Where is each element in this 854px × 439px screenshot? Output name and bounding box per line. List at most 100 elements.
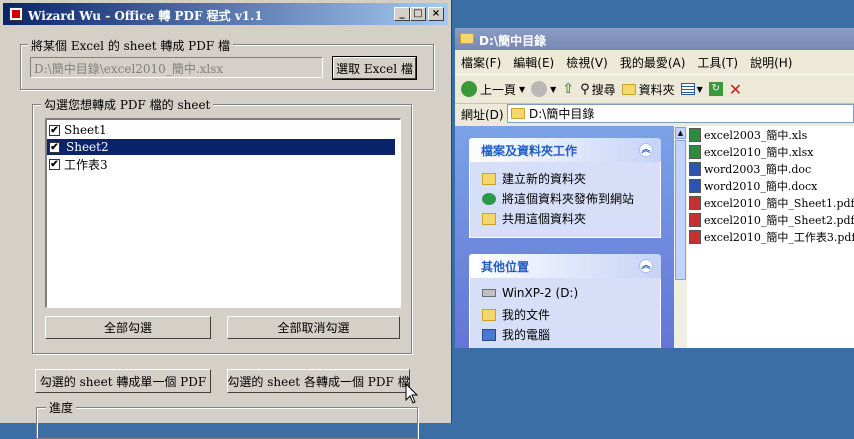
convert-each-pdf-button[interactable]: 勾選的 sheet 各轉成一個 PDF 檔 bbox=[227, 369, 410, 393]
address-input[interactable]: D:\簡中目錄 bbox=[507, 104, 854, 123]
menu-tools[interactable]: 工具(T) bbox=[691, 54, 744, 71]
scroll-up-icon[interactable]: ▲ bbox=[675, 127, 686, 139]
folders-button[interactable]: 資料夾 bbox=[621, 81, 675, 98]
pdf-icon bbox=[689, 213, 701, 227]
explorer-window: D:\簡中目錄 檔案(F) 編輯(E) 檢視(V) 我的最愛(A) 工具(T) … bbox=[455, 28, 854, 348]
file-name: excel2010_簡中_工作表3.pdf bbox=[704, 231, 854, 244]
task-publish-web[interactable]: 將這個資料夾發佈到網站 bbox=[482, 190, 634, 207]
menu-favorites[interactable]: 我的最愛(A) bbox=[614, 54, 692, 71]
minimize-button[interactable]: _ bbox=[394, 7, 410, 21]
excel-icon bbox=[689, 145, 701, 159]
search-icon: ⚲ bbox=[580, 81, 590, 97]
search-label: 搜尋 bbox=[591, 82, 616, 97]
sheet-label: Sheet2 bbox=[64, 140, 111, 154]
app-icon bbox=[9, 7, 23, 21]
list-item[interactable]: excel2003_簡中.xls bbox=[689, 127, 807, 143]
task-label: 建立新的資料夾 bbox=[502, 172, 587, 186]
forward-arrow-icon bbox=[531, 81, 548, 97]
place-my-documents[interactable]: 我的文件 bbox=[482, 306, 550, 323]
list-item[interactable]: excel2010_簡中_Sheet1.pdf bbox=[689, 195, 854, 211]
chevron-down-icon[interactable]: ▼ bbox=[697, 85, 703, 94]
list-item[interactable]: word2003_簡中.doc bbox=[689, 161, 811, 177]
toolbar: 上一頁 ▼ ▼ ⇧ ⚲ 搜尋 資料夾 ▼ ↻ ✕ bbox=[455, 74, 854, 104]
places-panel-header[interactable]: 其他位置 ︽ bbox=[469, 254, 661, 278]
excel-icon bbox=[689, 128, 701, 142]
checkbox-sheet2[interactable]: ✔ bbox=[49, 141, 60, 153]
task-label: 將這個資料夾發佈到網站 bbox=[502, 192, 635, 206]
back-button[interactable]: 上一頁 ▼ bbox=[461, 81, 525, 98]
folders-label: 資料夾 bbox=[638, 82, 675, 97]
pdf-icon bbox=[689, 230, 701, 244]
place-label: WinXP-2 (D:) bbox=[502, 286, 579, 300]
tasks-panel-header[interactable]: 檔案及資料夾工作 ︽ bbox=[469, 138, 661, 162]
explorer-title-bar[interactable]: D:\簡中目錄 bbox=[455, 28, 854, 50]
task-share-folder[interactable]: 共用這個資料夾 bbox=[482, 210, 586, 227]
file-name: word2010_簡中.docx bbox=[704, 180, 818, 193]
menu-view[interactable]: 檢視(V) bbox=[560, 54, 614, 71]
file-name: excel2010_簡中_Sheet1.pdf bbox=[704, 197, 854, 210]
documents-icon bbox=[482, 308, 496, 321]
share-folder-icon bbox=[482, 212, 496, 225]
place-my-computer[interactable]: 我的電腦 bbox=[482, 326, 550, 343]
file-name: excel2010_簡中.xlsx bbox=[704, 146, 814, 159]
checkbox-sheet1[interactable]: ✔ bbox=[49, 124, 60, 136]
deselect-all-button[interactable]: 全部取消勾選 bbox=[227, 316, 400, 339]
chevron-down-icon[interactable]: ▼ bbox=[519, 85, 525, 94]
convert-single-pdf-button[interactable]: 勾選的 sheet 轉成單一個 PDF bbox=[35, 369, 211, 393]
close-button[interactable]: × bbox=[428, 7, 444, 21]
address-bar: 網址(D) D:\簡中目錄 bbox=[455, 103, 854, 125]
list-item[interactable]: word2010_簡中.docx bbox=[689, 178, 817, 194]
task-pane: 檔案及資料夾工作 ︽ 建立新的資料夾 將這個資料夾發佈到網站 共用這個資料夾 其… bbox=[455, 126, 687, 348]
drive-icon bbox=[482, 289, 496, 297]
mouse-cursor-icon bbox=[405, 383, 419, 404]
list-item[interactable]: ✔ 工作表3 bbox=[49, 156, 108, 172]
up-arrow-icon: ⇧ bbox=[562, 81, 575, 97]
places-panel-title: 其他位置 bbox=[481, 259, 530, 274]
file-name: word2003_簡中.doc bbox=[704, 163, 812, 176]
file-group-title: 將某個 Excel 的 sheet 轉成 PDF 檔 bbox=[28, 37, 234, 54]
progress-title: 進度 bbox=[46, 399, 77, 416]
up-folder-button[interactable]: ⇧ bbox=[562, 81, 574, 97]
word-icon bbox=[689, 179, 701, 193]
delete-button[interactable]: ✕ bbox=[729, 80, 742, 99]
chevron-down-icon[interactable]: ▼ bbox=[550, 85, 556, 94]
menu-file[interactable]: 檔案(F) bbox=[455, 54, 507, 71]
sheet-label: Sheet1 bbox=[64, 123, 107, 137]
app-window: Wizard Wu - Office 轉 PDF 程式 v1.1 _ □ × 將… bbox=[0, 0, 452, 439]
task-label: 共用這個資料夾 bbox=[502, 212, 587, 226]
list-item[interactable]: ✔ Sheet2 bbox=[47, 139, 395, 155]
address-value: D:\簡中目錄 bbox=[529, 107, 595, 121]
list-item[interactable]: excel2010_簡中.xlsx bbox=[689, 144, 813, 160]
select-all-button[interactable]: 全部勾選 bbox=[45, 316, 211, 339]
folder-icon bbox=[460, 33, 474, 44]
collapse-icon[interactable]: ︽ bbox=[639, 143, 653, 157]
task-new-folder[interactable]: 建立新的資料夾 bbox=[482, 170, 586, 187]
list-item[interactable]: excel2010_簡中_Sheet2.pdf bbox=[689, 212, 854, 228]
refresh-icon: ↻ bbox=[708, 82, 723, 96]
menu-edit[interactable]: 編輯(E) bbox=[507, 54, 560, 71]
checkbox-sheet3[interactable]: ✔ bbox=[49, 158, 60, 170]
address-label: 網址(D) bbox=[461, 107, 504, 122]
maximize-button[interactable]: □ bbox=[410, 7, 426, 21]
list-item[interactable]: excel2010_簡中_工作表3.pdf bbox=[689, 229, 854, 245]
window-title: Wizard Wu - Office 轉 PDF 程式 v1.1 bbox=[28, 9, 263, 23]
menu-help[interactable]: 說明(H) bbox=[744, 54, 798, 71]
title-bar[interactable]: Wizard Wu - Office 轉 PDF 程式 v1.1 _ □ × bbox=[3, 3, 448, 25]
delete-icon: ✕ bbox=[728, 79, 743, 99]
list-item[interactable]: ✔ Sheet1 bbox=[49, 122, 107, 138]
place-label: 我的文件 bbox=[502, 308, 551, 322]
explorer-title: D:\簡中目錄 bbox=[479, 34, 547, 48]
refresh-button[interactable]: ↻ bbox=[708, 82, 723, 96]
select-excel-button[interactable]: 選取 Excel 檔 bbox=[332, 56, 417, 80]
computer-icon bbox=[482, 328, 496, 341]
collapse-icon[interactable]: ︽ bbox=[639, 259, 653, 273]
views-button[interactable]: ▼ bbox=[680, 83, 703, 95]
scroll-thumb[interactable] bbox=[675, 140, 686, 280]
pdf-icon bbox=[689, 196, 701, 210]
search-button[interactable]: ⚲ 搜尋 bbox=[580, 81, 616, 98]
sheet-list[interactable]: ✔ Sheet1 ✔ Sheet2 ✔ 工作表3 bbox=[45, 118, 401, 308]
place-drive-d[interactable]: WinXP-2 (D:) bbox=[482, 286, 578, 300]
forward-button[interactable]: ▼ bbox=[531, 81, 556, 97]
excel-path-input[interactable]: D:\簡中目錄\excel2010_簡中.xlsx bbox=[30, 57, 323, 78]
task-pane-scrollbar[interactable]: ▲ bbox=[674, 126, 687, 348]
